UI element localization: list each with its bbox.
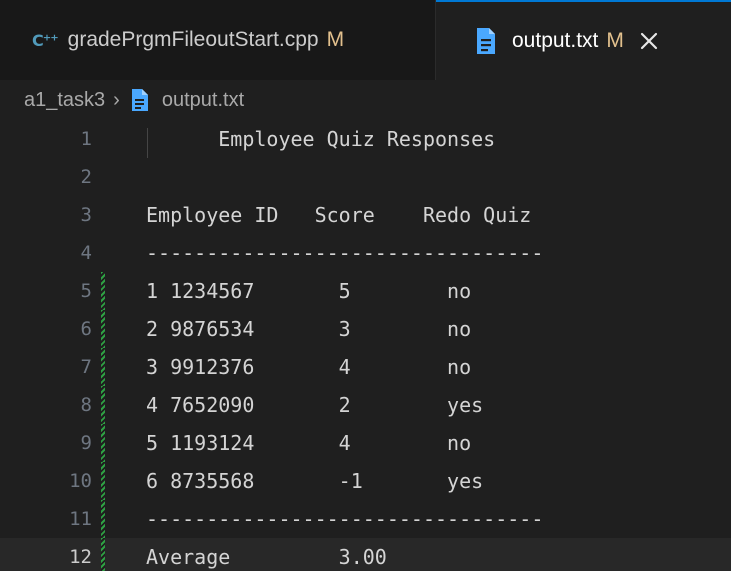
line-text: 6 8735568 -1 yes	[146, 469, 484, 493]
close-icon[interactable]	[638, 30, 660, 52]
line-text: 4 7652090 2 yes	[146, 393, 484, 417]
modified-line-gutter-marker[interactable]	[101, 272, 105, 310]
line-number: 4	[80, 242, 92, 264]
editor-line[interactable]: 4 ---------------------------------	[0, 234, 731, 272]
editor-line[interactable]: 5 1 1234567 5 no	[0, 272, 731, 310]
editor-line[interactable]: 6 2 9876534 3 no	[0, 310, 731, 348]
editor-line[interactable]: 2	[0, 158, 731, 196]
line-text: ---------------------------------	[146, 241, 544, 265]
indent-guide	[147, 128, 148, 158]
modified-line-gutter-marker[interactable]	[101, 500, 105, 538]
line-number: 8	[80, 394, 92, 416]
line-number: 2	[80, 166, 92, 188]
line-number: 11	[69, 508, 92, 530]
editor-line[interactable]: 9 5 1193124 4 no	[0, 424, 731, 462]
tab-bar: C⁺⁺ gradePrgmFileoutStart.cpp M output.t…	[0, 0, 731, 80]
text-file-icon	[131, 89, 148, 111]
line-text: 5 1193124 4 no	[146, 431, 472, 455]
tab-label: output.txt	[512, 28, 599, 52]
modified-line-gutter-marker[interactable]	[101, 538, 105, 571]
breadcrumb-file[interactable]: output.txt	[162, 89, 244, 112]
editor-line[interactable]: 7 3 9912376 4 no	[0, 348, 731, 386]
editor-line[interactable]: 1 Employee Quiz Responses	[0, 120, 731, 158]
line-number: 10	[69, 470, 92, 492]
editor-line[interactable]: 3 Employee ID Score Redo Quiz	[0, 196, 731, 234]
line-text: Average 3.00	[146, 545, 387, 569]
line-number: 6	[80, 318, 92, 340]
tab-gradeprgmfileoutstart-cpp[interactable]: C⁺⁺ gradePrgmFileoutStart.cpp M	[0, 0, 436, 80]
modified-line-gutter-marker[interactable]	[101, 462, 105, 500]
line-number: 7	[80, 356, 92, 378]
modified-line-gutter-marker[interactable]	[101, 424, 105, 462]
line-number: 3	[80, 204, 92, 226]
line-number: 9	[80, 432, 92, 454]
chevron-right-icon: ›	[113, 88, 120, 111]
text-editor[interactable]: 1 Employee Quiz Responses 2 3 Employee ID S…	[0, 120, 731, 571]
editor-line[interactable]: 8 4 7652090 2 yes	[0, 386, 731, 424]
tab-label: gradePrgmFileoutStart.cpp	[67, 28, 319, 51]
breadcrumb: a1_task3 › output.txt	[0, 80, 731, 120]
line-text: 1 1234567 5 no	[146, 279, 472, 303]
line-text: 2 9876534 3 no	[146, 317, 472, 341]
line-number: 5	[80, 280, 92, 302]
text-file-icon	[477, 27, 495, 54]
editor-window: C⁺⁺ gradePrgmFileoutStart.cpp M output.t…	[0, 0, 731, 571]
line-text: Employee ID Score Redo Quiz	[146, 203, 532, 227]
tab-output-txt[interactable]: output.txt M	[436, 0, 731, 80]
modified-status-badge: M	[326, 28, 345, 51]
breadcrumb-folder[interactable]: a1_task3	[24, 89, 105, 112]
line-text: Employee Quiz Responses	[146, 127, 496, 151]
line-text: ---------------------------------	[146, 507, 544, 531]
line-number: 1	[80, 128, 92, 150]
modified-line-gutter-marker[interactable]	[101, 386, 105, 424]
line-text: 3 9912376 4 no	[146, 355, 472, 379]
editor-line[interactable]: 10 6 8735568 -1 yes	[0, 462, 731, 500]
modified-status-badge: M	[606, 28, 624, 52]
line-number: 12	[69, 546, 92, 568]
modified-line-gutter-marker[interactable]	[101, 348, 105, 386]
editor-line[interactable]: 11 ---------------------------------	[0, 500, 731, 538]
cpp-file-icon: C⁺⁺	[32, 30, 59, 50]
editor-line[interactable]: 12 Average 3.00	[0, 538, 731, 571]
modified-line-gutter-marker[interactable]	[101, 310, 105, 348]
